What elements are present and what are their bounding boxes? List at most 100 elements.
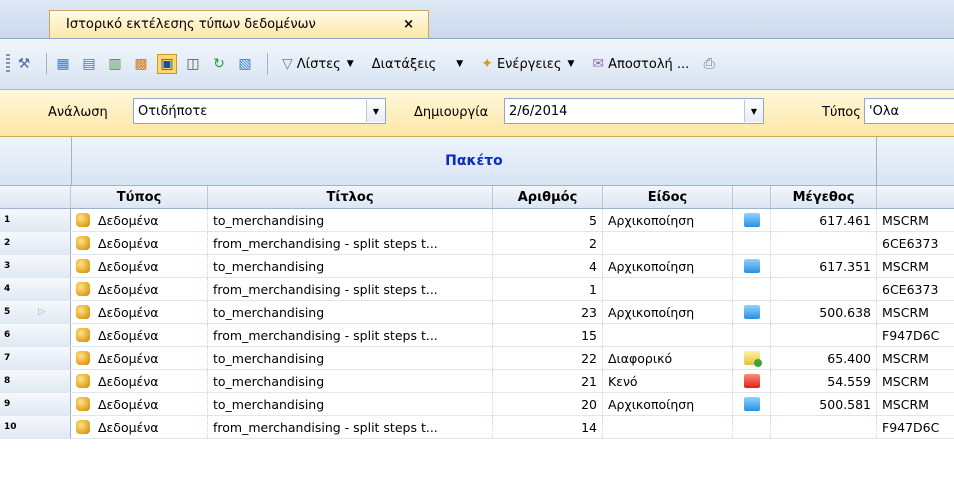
cell-number[interactable]: 15 (493, 324, 603, 346)
row-number[interactable]: 7 (0, 347, 71, 369)
cell-size[interactable] (771, 278, 877, 300)
cell-kind[interactable] (603, 324, 733, 346)
cell-title[interactable]: to_merchandising (208, 393, 493, 415)
cell-type[interactable]: Δεδομένα (71, 324, 208, 346)
cell-extra[interactable]: MSCRM (877, 347, 954, 369)
type-select[interactable]: 'Ολα (864, 98, 954, 124)
column-header-size[interactable]: Μέγεθος (771, 186, 877, 208)
grid-layout-icon[interactable]: ▩ (131, 54, 151, 74)
row-number[interactable]: 10 (0, 416, 71, 438)
cell-title[interactable]: to_merchandising (208, 370, 493, 392)
row-number[interactable]: 5 ▷ (0, 301, 71, 323)
cell-type[interactable]: Δεδομένα (71, 416, 208, 438)
cell-kind[interactable] (603, 416, 733, 438)
cell-kind-icon[interactable] (733, 209, 771, 231)
cell-kind[interactable]: Αρχικοποίηση (603, 255, 733, 277)
cell-extra[interactable]: F947D6C (877, 416, 954, 438)
cell-title[interactable]: from_merchandising - split steps t... (208, 416, 493, 438)
cell-kind[interactable]: Αρχικοποίηση (603, 393, 733, 415)
table-row[interactable]: 7 Δεδομένα to_merchandising 22 Διαφορικό 65.4… (0, 347, 954, 370)
cell-extra[interactable]: 6CE6373 (877, 278, 954, 300)
table-row[interactable]: 4 Δεδομένα from_merchandising - split step… (0, 278, 954, 301)
cell-size[interactable] (771, 416, 877, 438)
cell-extra[interactable]: MSCRM (877, 393, 954, 415)
table-row[interactable]: 10 Δεδομένα from_merchandising - split ste… (0, 416, 954, 439)
chevron-down-icon[interactable]: ▼ (366, 100, 385, 122)
cell-number[interactable]: 21 (493, 370, 603, 392)
cell-kind-icon[interactable] (733, 416, 771, 438)
cell-title[interactable]: to_merchandising (208, 209, 493, 231)
cell-number[interactable]: 4 (493, 255, 603, 277)
group-view-icon[interactable]: ▣ (157, 54, 177, 74)
table-row[interactable]: 6 Δεδομένα from_merchandising - split step… (0, 324, 954, 347)
table-row[interactable]: 9 Δεδομένα to_merchandising 20 Αρχικοποίηση 5… (0, 393, 954, 416)
row-number[interactable]: 9 (0, 393, 71, 415)
sorts-menu[interactable]: Διατάξεις ▼ (372, 57, 463, 72)
cell-kind[interactable]: Αρχικοποίηση (603, 301, 733, 323)
cell-kind-icon[interactable] (733, 232, 771, 254)
cell-title[interactable]: to_merchandising (208, 255, 493, 277)
calculator-icon[interactable]: ▧ (235, 54, 255, 74)
cell-number[interactable]: 5 (493, 209, 603, 231)
cell-number[interactable]: 1 (493, 278, 603, 300)
cell-kind-icon[interactable] (733, 370, 771, 392)
cell-type[interactable]: Δεδομένα (71, 393, 208, 415)
cell-kind-icon[interactable] (733, 255, 771, 277)
cell-number[interactable]: 2 (493, 232, 603, 254)
table-row[interactable]: 8 Δεδομένα to_merchandising 21 Κενό 54.559 MSC… (0, 370, 954, 393)
cell-kind-icon[interactable] (733, 278, 771, 300)
cell-size[interactable]: 617.461 (771, 209, 877, 231)
close-tab-icon[interactable]: × (403, 17, 414, 32)
edit-record-icon[interactable]: ▤ (79, 54, 99, 74)
cell-title[interactable]: to_merchandising (208, 301, 493, 323)
filter-tools-icon[interactable]: ⚒ (14, 54, 34, 74)
row-number[interactable]: 1 (0, 209, 71, 231)
cell-extra[interactable]: 6CE6373 (877, 232, 954, 254)
cell-kind[interactable] (603, 278, 733, 300)
column-header-type[interactable]: Τύπος (71, 186, 208, 208)
table-row[interactable]: 2 Δεδομένα from_merchandising - split step… (0, 232, 954, 255)
package-group-header[interactable]: Πακέτο (71, 137, 877, 185)
cell-number[interactable]: 22 (493, 347, 603, 369)
cell-extra[interactable]: MSCRM (877, 301, 954, 323)
cell-kind-icon[interactable] (733, 324, 771, 346)
print-icon[interactable]: ⎙ (699, 54, 719, 74)
send-menu[interactable]: ✉ Αποστολή ... (592, 56, 689, 72)
column-header-title[interactable]: Τίτλος (208, 186, 493, 208)
cell-kind-icon[interactable] (733, 347, 771, 369)
cell-size[interactable]: 500.581 (771, 393, 877, 415)
refresh-icon[interactable]: ↻ (209, 54, 229, 74)
cell-type[interactable]: Δεδομένα (71, 209, 208, 231)
cell-number[interactable]: 20 (493, 393, 603, 415)
lists-menu[interactable]: ▽ Λίστες ▼ (282, 56, 354, 72)
preview-icon[interactable]: ◫ (183, 54, 203, 74)
cell-kind[interactable] (603, 232, 733, 254)
cell-extra[interactable]: F947D6C (877, 324, 954, 346)
row-number[interactable]: 3 (0, 255, 71, 277)
cell-type[interactable]: Δεδομένα (71, 301, 208, 323)
chevron-down-icon[interactable]: ▼ (744, 100, 763, 122)
cell-number[interactable]: 23 (493, 301, 603, 323)
created-date-select[interactable]: 2/6/2014 ▼ (504, 98, 764, 124)
cell-type[interactable]: Δεδομένα (71, 255, 208, 277)
cell-kind-icon[interactable] (733, 393, 771, 415)
cell-extra[interactable]: MSCRM (877, 370, 954, 392)
cell-size[interactable] (771, 232, 877, 254)
column-header-kind[interactable]: Είδος (603, 186, 733, 208)
cell-kind[interactable]: Αρχικοποίηση (603, 209, 733, 231)
cell-size[interactable]: 54.559 (771, 370, 877, 392)
actions-menu[interactable]: ✦ Ενέργειες ▼ (481, 56, 574, 72)
cell-size[interactable] (771, 324, 877, 346)
cell-kind-icon[interactable] (733, 301, 771, 323)
table-row[interactable]: 5 ▷ Δεδομένα to_merchandising 23 Αρχικοποίηση… (0, 301, 954, 324)
cell-size[interactable]: 617.351 (771, 255, 877, 277)
cell-size[interactable]: 500.638 (771, 301, 877, 323)
table-row[interactable]: 1 Δεδομένα to_merchandising 5 Αρχικοποίηση 61… (0, 209, 954, 232)
cell-number[interactable]: 14 (493, 416, 603, 438)
toolbar-grip[interactable] (6, 54, 10, 74)
cell-title[interactable]: from_merchandising - split steps t... (208, 324, 493, 346)
table-row[interactable]: 3 Δεδομένα to_merchandising 4 Αρχικοποίηση 61… (0, 255, 954, 278)
cell-title[interactable]: to_merchandising (208, 347, 493, 369)
column-header-number[interactable]: Αριθμός (493, 186, 603, 208)
row-number[interactable]: 6 (0, 324, 71, 346)
